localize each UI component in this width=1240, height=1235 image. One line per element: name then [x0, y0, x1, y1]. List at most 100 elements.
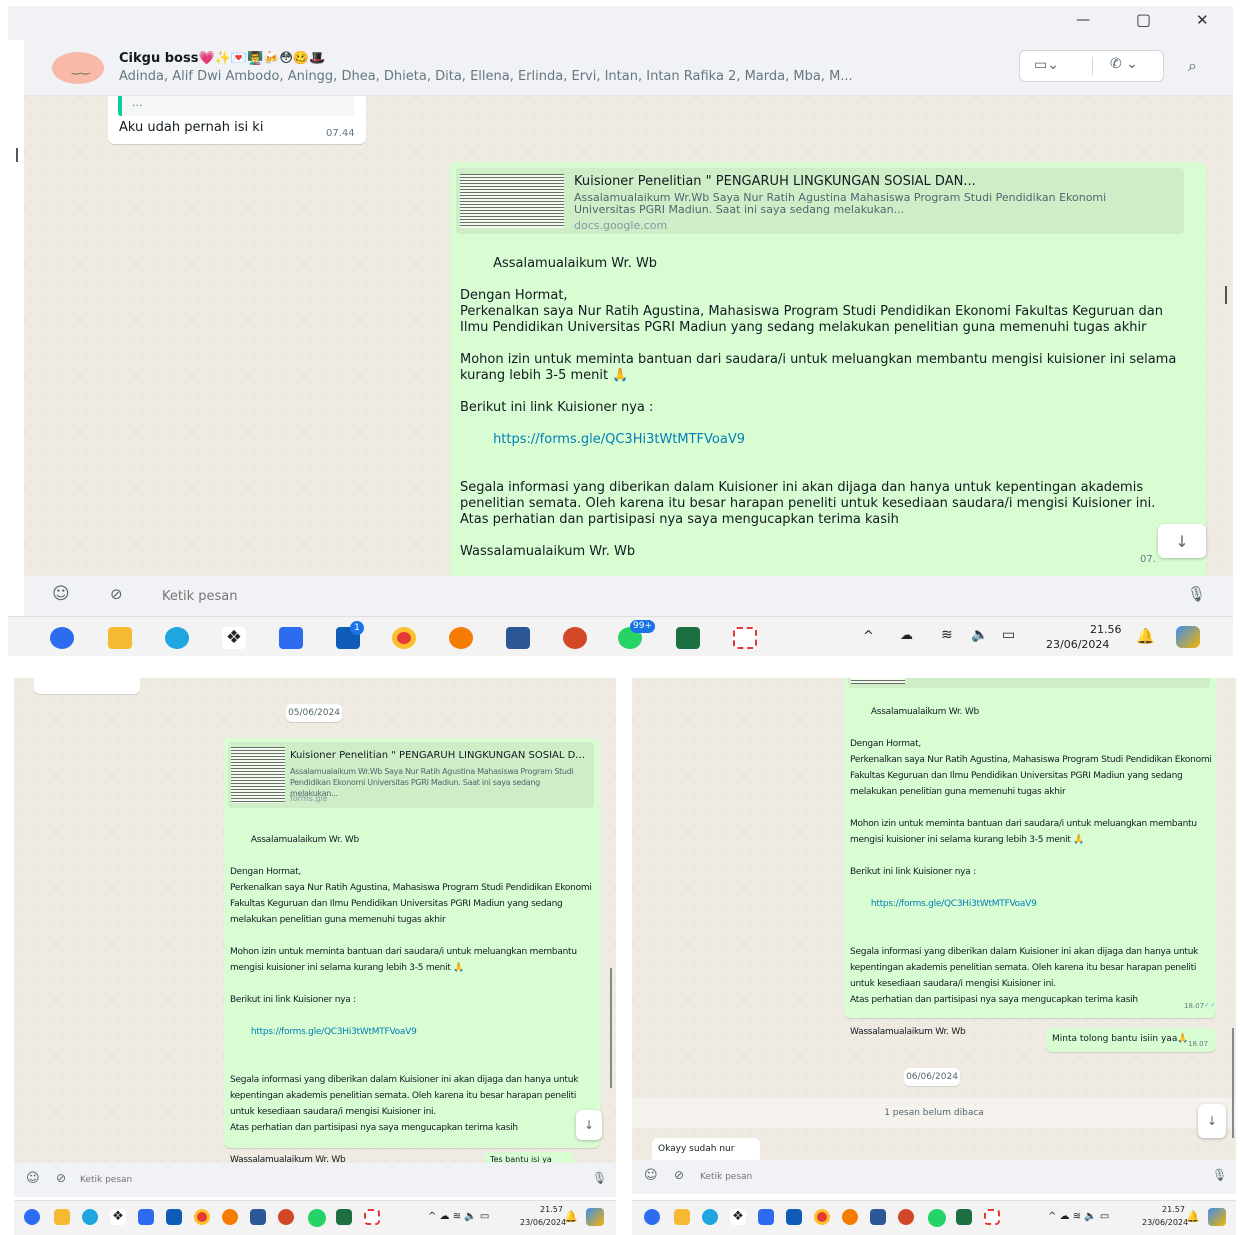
- notification-bell-icon[interactable]: 🔔: [1136, 627, 1155, 645]
- wifi-icon[interactable]: ≋: [941, 627, 953, 643]
- word-icon[interactable]: [870, 1209, 886, 1225]
- chrome-icon[interactable]: [392, 627, 416, 649]
- call-buttons: ▭⌄ ✆ ⌄: [1019, 50, 1164, 82]
- excel-icon[interactable]: [676, 627, 700, 649]
- notification-bell-icon[interactable]: 🔔: [1186, 1210, 1200, 1223]
- emoji-icon[interactable]: ☺: [644, 1168, 658, 1183]
- read-ticks-icon: ✓✓: [1204, 1001, 1216, 1009]
- dropbox-icon[interactable]: ❖: [110, 1209, 126, 1225]
- incoming-message[interactable]: ... Aku udah pernah isi ki 07.44: [108, 96, 366, 144]
- clock-date[interactable]: 23/06/2024: [520, 1218, 566, 1227]
- whatsapp-icon[interactable]: [308, 1209, 326, 1227]
- voice-call-button[interactable]: ✆ ⌄: [1110, 56, 1138, 72]
- form-link[interactable]: https://forms.gle/QC3Hi3tWtMTFVoaV9: [493, 432, 745, 447]
- file-explorer-icon[interactable]: [54, 1209, 70, 1225]
- outgoing-message[interactable]: Kuisioner Penelitian " PENGARUH LINGKUNG…: [224, 738, 600, 1165]
- firefox-icon[interactable]: [222, 1209, 238, 1225]
- link-preview[interactable]: Kuisioner Penelitian " PENGARUH LINGKUNG…: [228, 742, 594, 808]
- outlook-icon[interactable]: [786, 1209, 802, 1225]
- link-preview[interactable]: Kuisioner Penelitian " PENGARUH LINGKUNG…: [456, 168, 1184, 234]
- file-explorer-icon[interactable]: [108, 627, 132, 649]
- whatsapp-icon[interactable]: [928, 1209, 946, 1227]
- store-icon[interactable]: [138, 1209, 154, 1225]
- system-tray[interactable]: ^ ☁ ≋ 🔈 ▭: [1048, 1211, 1109, 1222]
- maximize-button[interactable]: ▢: [1136, 10, 1151, 29]
- attach-icon[interactable]: ⊘: [674, 1168, 684, 1182]
- outgoing-message[interactable]: Minta tolong bantu isiin yaa🙏 18.07: [1046, 1028, 1216, 1052]
- zoom-icon[interactable]: [644, 1209, 660, 1225]
- form-link[interactable]: https://forms.gle/QC3Hi3tWtMTFVoaV9: [871, 899, 1037, 909]
- whatsapp-icon[interactable]: 99+: [618, 620, 655, 649]
- store-icon[interactable]: [279, 627, 303, 649]
- chrome-icon[interactable]: [194, 1209, 210, 1225]
- firefox-icon[interactable]: [449, 627, 473, 649]
- zoom-icon[interactable]: [50, 627, 74, 649]
- firefox-icon[interactable]: [842, 1209, 858, 1225]
- copilot-icon[interactable]: [1176, 626, 1200, 648]
- file-explorer-icon[interactable]: [674, 1209, 690, 1225]
- search-icon[interactable]: ⌕: [1188, 56, 1197, 76]
- powerpoint-icon[interactable]: [278, 1209, 294, 1225]
- snipping-tool-icon[interactable]: [984, 1209, 1000, 1225]
- emoji-icon[interactable]: ☺: [26, 1171, 40, 1186]
- link-preview[interactable]: [848, 678, 1210, 688]
- attach-icon[interactable]: ⊘: [56, 1171, 66, 1185]
- system-tray[interactable]: ^ ☁ ≋ 🔈 ▭: [428, 1211, 489, 1222]
- chrome-icon[interactable]: [814, 1209, 830, 1225]
- excel-icon[interactable]: [336, 1209, 352, 1225]
- group-members[interactable]: Adinda, Alif Dwi Ambodo, Aningg, Dhea, D…: [119, 69, 1009, 84]
- zoom-icon[interactable]: [24, 1209, 40, 1225]
- scroll-down-button[interactable]: ↓: [1158, 524, 1206, 558]
- scroll-down-button[interactable]: ↓: [1198, 1104, 1226, 1138]
- group-name[interactable]: Cikgu boss💗✨💌👨‍🏫🍻😳🥴🎩: [119, 51, 399, 66]
- chevron-up-icon[interactable]: ^: [863, 629, 874, 644]
- message-text-2: Segala informasi yang diberikan dalam Ku…: [850, 947, 1199, 1037]
- excel-icon[interactable]: [956, 1209, 972, 1225]
- dropbox-icon[interactable]: ❖: [730, 1209, 746, 1225]
- word-icon[interactable]: [506, 627, 530, 649]
- group-avatar[interactable]: ‿‿: [52, 52, 104, 84]
- dropbox-icon[interactable]: ❖: [222, 627, 246, 649]
- store-icon[interactable]: [758, 1209, 774, 1225]
- outgoing-message[interactable]: Assalamualaikum Wr. Wb Dengan Hormat, Pe…: [844, 678, 1216, 1037]
- message-input[interactable]: [80, 1170, 560, 1190]
- scroll-down-button[interactable]: ↓: [576, 1110, 602, 1140]
- volume-icon[interactable]: 🔈: [971, 627, 988, 643]
- clock-date[interactable]: 23/06/2024: [1142, 1218, 1188, 1227]
- outlook-icon[interactable]: [166, 1209, 182, 1225]
- snipping-tool-icon[interactable]: [733, 627, 757, 649]
- emoji-icon[interactable]: ☺: [52, 584, 70, 604]
- clock-date[interactable]: 23/06/2024: [1046, 638, 1109, 651]
- outlook-icon[interactable]: 1: [336, 621, 364, 649]
- powerpoint-icon[interactable]: [898, 1209, 914, 1225]
- battery-icon[interactable]: ▭: [1002, 627, 1015, 643]
- clock-time[interactable]: 21.57: [540, 1205, 563, 1214]
- outgoing-message[interactable]: Kuisioner Penelitian " PENGARUH LINGKUNG…: [450, 162, 1206, 576]
- message-input[interactable]: [162, 584, 1162, 608]
- edge-icon[interactable]: [165, 627, 189, 649]
- preview-thumbnail: [231, 747, 285, 803]
- microphone-icon[interactable]: 🎙: [1187, 585, 1206, 603]
- snipping-tool-icon[interactable]: [364, 1209, 380, 1225]
- preview-domain: forms.gle: [290, 794, 328, 803]
- close-button[interactable]: ✕: [1196, 11, 1209, 29]
- notification-bell-icon[interactable]: 🔔: [564, 1210, 578, 1223]
- attach-icon[interactable]: ⊘: [110, 585, 123, 603]
- message-input[interactable]: [700, 1167, 1180, 1187]
- minimize-button[interactable]: —: [1076, 12, 1090, 28]
- form-link[interactable]: https://forms.gle/QC3Hi3tWtMTFVoaV9: [251, 1027, 417, 1037]
- microphone-icon[interactable]: 🎙: [1212, 1168, 1227, 1182]
- clock-time[interactable]: 21.56: [1090, 623, 1122, 636]
- clock-time[interactable]: 21.57: [1162, 1205, 1185, 1214]
- copilot-icon[interactable]: [1208, 1208, 1226, 1226]
- video-call-button[interactable]: ▭⌄: [1034, 57, 1059, 73]
- copilot-icon[interactable]: [586, 1208, 604, 1226]
- word-icon[interactable]: [250, 1209, 266, 1225]
- chat-area: ... Aku udah pernah isi ki 07.44 Kuision…: [24, 96, 1233, 576]
- microphone-icon[interactable]: 🎙: [592, 1171, 607, 1185]
- edge-icon[interactable]: [82, 1209, 98, 1225]
- edge-icon[interactable]: [702, 1209, 718, 1225]
- powerpoint-icon[interactable]: [563, 627, 587, 649]
- cloud-icon[interactable]: ☁: [900, 628, 913, 643]
- incoming-message[interactable]: [34, 678, 140, 694]
